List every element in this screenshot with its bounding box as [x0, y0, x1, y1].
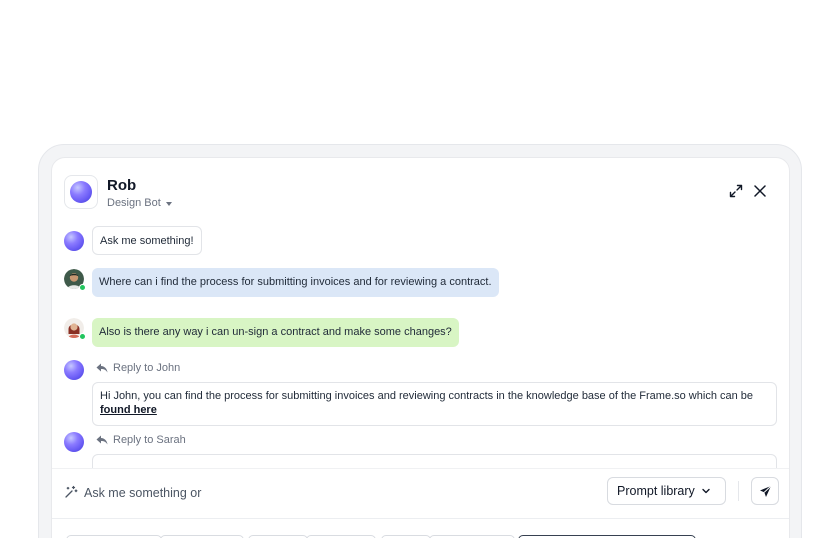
reply-to-sarah-label: Reply to Sarah [113, 434, 186, 446]
send-button[interactable] [751, 477, 779, 505]
chat-panel: Rob Design Bot Ask me something! Where c… [51, 157, 790, 538]
reply-icon [96, 363, 108, 373]
send-icon [759, 485, 771, 497]
expand-button[interactable] [727, 182, 745, 200]
composer: Prompt library [52, 468, 789, 518]
bot-message-avatar [64, 231, 84, 251]
bot-avatar [64, 175, 98, 209]
john-message-bubble: Where can i find the process for submitt… [92, 268, 499, 297]
chat-header: Rob Design Bot [64, 174, 777, 214]
prompt-library-label: Prompt library [617, 484, 695, 498]
reply-to-sarah-tag: Reply to Sarah [96, 434, 186, 446]
close-button[interactable] [751, 182, 769, 200]
reply-to-john-label: Reply to John [113, 362, 181, 374]
divider [738, 481, 739, 501]
footer-divider [52, 518, 789, 519]
magic-wand-icon [65, 485, 78, 498]
bot-greeting-bubble: Ask me something! [92, 226, 202, 255]
expand-icon [729, 184, 743, 198]
bot-message-avatar [64, 360, 84, 380]
reply-to-john-card: Hi John, you can find the process for su… [92, 382, 777, 426]
bot-orb-icon [70, 181, 92, 203]
chevron-down-icon [702, 488, 710, 494]
john-avatar [64, 269, 86, 291]
close-icon [754, 185, 766, 197]
sarah-avatar [64, 318, 86, 340]
online-status-dot [79, 333, 86, 340]
reply-to-john-tag: Reply to John [96, 362, 180, 374]
prompt-library-button[interactable]: Prompt library [607, 477, 726, 505]
reply-to-john-text: Hi John, you can find the process for su… [100, 390, 754, 402]
bot-name: Rob [107, 177, 137, 194]
reply-icon [96, 435, 108, 445]
bot-role-selector[interactable]: Design Bot [107, 197, 172, 209]
bot-role-label: Design Bot [107, 197, 161, 209]
found-here-link[interactable]: found here [100, 404, 157, 416]
bot-message-avatar [64, 432, 84, 452]
sarah-message-bubble: Also is there any way i can un-sign a co… [92, 318, 459, 347]
caret-down-icon [165, 201, 172, 206]
prompt-input[interactable] [84, 482, 384, 504]
online-status-dot [79, 284, 86, 291]
